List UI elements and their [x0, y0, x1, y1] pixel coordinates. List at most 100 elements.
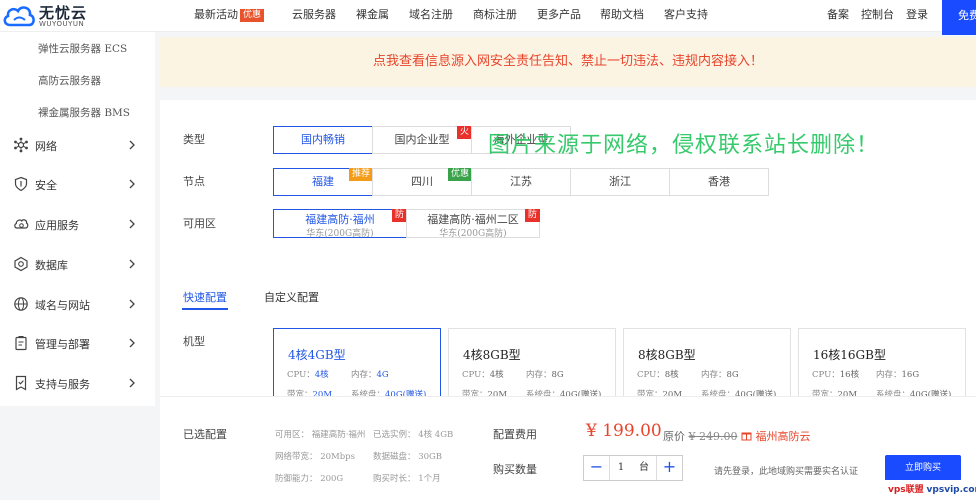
sidebar-label: 安全	[35, 179, 57, 192]
network-icon	[14, 137, 28, 153]
spec-cpu: CPU：16核	[812, 370, 860, 380]
model-card-8c8g[interactable]: 8核8GB型 CPU：8核 内存：8G 带宽：20M 系统盘：40G(赠送)	[623, 328, 791, 398]
buy-now-button[interactable]: 立即购买	[885, 455, 961, 481]
node-option-hongkong[interactable]: 香港	[669, 168, 769, 196]
zone-option-fuzhou-2[interactable]: 福建高防·福州二区 华东(200G高防) 防	[406, 209, 540, 239]
spec-cpu: CPU：4核	[287, 370, 329, 380]
tab-quick-config[interactable]: 快速配置	[183, 289, 227, 305]
app-service-icon	[14, 219, 29, 229]
option-label: 四川	[411, 175, 433, 188]
sidebar-item-database[interactable]: 数据库	[0, 250, 155, 280]
defense-badge: 防	[524, 209, 540, 222]
shield-icon	[14, 176, 28, 192]
original-price: 原价 ¥ 249.00 福州高防云	[663, 430, 811, 443]
summary-instance: 已选实例： 4核 4GB	[373, 430, 454, 440]
nav-latest-activity[interactable]: 最新活动 优惠	[194, 0, 265, 31]
chevron-right-icon	[129, 219, 135, 229]
sidebar-item-security[interactable]: 安全	[0, 170, 155, 200]
model-title: 16核16GB型	[813, 348, 886, 362]
discount-badge: 优惠	[447, 168, 472, 181]
sidebar-label: 数据库	[35, 259, 68, 272]
sidebar-item-network[interactable]: 网络	[0, 131, 155, 161]
sidebar: 弹性云服务器 ECS 高防云服务器 裸金属服务器 BMS 网络 安全 应用服务 …	[0, 32, 155, 406]
node-option-zhejiang[interactable]: 浙江	[570, 168, 670, 196]
chevron-right-icon	[129, 299, 135, 309]
qty-label: 购买数量	[493, 463, 537, 476]
sidebar-label: 网络	[35, 140, 57, 153]
summary-defense: 防御能力： 200G	[275, 474, 344, 484]
nav-cloud-server[interactable]: 云服务器	[292, 0, 336, 31]
recommend-badge: 推荐	[348, 168, 373, 181]
fee-label: 配置费用	[493, 428, 537, 441]
summary-disk: 数据磁盘： 30GB	[373, 452, 443, 462]
model-title: 4核4GB型	[288, 348, 346, 362]
current-price: ¥ 199.00	[586, 421, 662, 441]
sidebar-label: 应用服务	[35, 219, 79, 232]
tab-active-underline	[182, 308, 228, 310]
qty-plus-button[interactable]: +	[656, 456, 682, 480]
spec-cpu: CPU：4核	[462, 370, 504, 380]
globe-icon	[14, 297, 28, 311]
cloud-logo-icon	[3, 6, 35, 27]
node-label: 节点	[183, 175, 205, 188]
promo-badge: 优惠	[240, 9, 265, 22]
chevron-right-icon	[129, 140, 135, 150]
chevron-right-icon	[129, 378, 135, 388]
model-title: 8核8GB型	[638, 348, 696, 362]
option-label: 福建	[312, 175, 334, 188]
free-trial-button[interactable]: 免费	[942, 0, 976, 35]
spec-mem: 内存：4G	[351, 370, 389, 380]
clipboard-icon	[15, 335, 27, 351]
model-card-16c16g[interactable]: 16核16GB型 CPU：16核 内存：16G 带宽：20M 系统盘：40G(赠…	[798, 328, 966, 398]
tab-custom-config[interactable]: 自定义配置	[264, 289, 319, 305]
sidebar-item-domain-website[interactable]: 域名与网站	[0, 290, 155, 320]
watermark-text: 图片来源于网络，侵权联系站长删除！	[488, 133, 880, 158]
node-option-sichuan[interactable]: 四川 优惠	[372, 168, 472, 196]
node-option-jiangsu[interactable]: 江苏	[471, 168, 571, 196]
model-card-4c4g[interactable]: 4核4GB型 CPU：4核 内存：4G 带宽：20M 系统盘：40G(赠送)	[273, 328, 441, 398]
zone-desc: 华东(200G高防)	[439, 229, 507, 239]
qty-minus-button[interactable]: −	[584, 456, 610, 480]
sidebar-sub-bms[interactable]: 裸金属服务器 BMS	[38, 105, 130, 120]
nav-support[interactable]: 客户支持	[664, 0, 708, 31]
database-icon	[14, 256, 28, 272]
hot-badge: 火	[456, 126, 472, 139]
nav-bare-metal[interactable]: 裸金属	[356, 0, 389, 31]
nav-more-products[interactable]: 更多产品	[537, 0, 581, 31]
sidebar-item-app-services[interactable]: 应用服务	[0, 210, 155, 240]
logo[interactable]: 无忧云 WUYOUYUN	[2, 2, 97, 30]
sidebar-label: 域名与网站	[35, 299, 90, 312]
login-tip: 请先登录，此地域购买需要实名认证	[714, 467, 859, 477]
selected-config-title: 已选配置	[183, 428, 227, 441]
sidebar-item-management[interactable]: 管理与部署	[0, 329, 155, 359]
spec-mem: 内存：8G	[701, 370, 739, 380]
zone-label: 可用区	[183, 217, 216, 230]
model-card-4c8g[interactable]: 4核8GB型 CPU：4核 内存：8G 带宽：20M 系统盘：40G(赠送)	[448, 328, 616, 398]
sidebar-sub-ddos-server[interactable]: 高防云服务器	[38, 73, 101, 88]
nav-console[interactable]: 控制台	[861, 0, 894, 31]
security-notice-banner[interactable]: 点我查看信息源入网安全责任告知、禁止一切违法、违规内容接入！	[160, 37, 976, 87]
type-option-domestic-enterprise[interactable]: 国内企业型 火	[372, 126, 472, 154]
qty-input[interactable]: 1	[611, 456, 631, 480]
nav-domain[interactable]: 域名注册	[409, 0, 453, 31]
node-option-fujian[interactable]: 福建 推荐	[273, 168, 373, 196]
corner-watermark: vps联盟 vpsvip.com	[884, 480, 976, 500]
zone-option-fuzhou[interactable]: 福建高防·福州 华东(200G高防) 防	[273, 209, 407, 239]
model-label: 机型	[183, 335, 205, 348]
nav-icp-filing[interactable]: 备案	[827, 0, 849, 31]
nav-trademark[interactable]: 商标注册	[473, 0, 517, 31]
chevron-right-icon	[129, 338, 135, 348]
zone-desc: 华东(200G高防)	[306, 229, 374, 239]
sidebar-sub-ecs[interactable]: 弹性云服务器 ECS	[38, 41, 127, 56]
zone-name: 福建高防·福州	[305, 213, 375, 226]
nav-help-docs[interactable]: 帮助文档	[600, 0, 644, 31]
brand-sub: WUYOUYUN	[39, 20, 85, 28]
sidebar-item-support[interactable]: 支持与服务	[0, 369, 155, 399]
qty-unit: 台	[639, 462, 649, 473]
sidebar-label: 管理与部署	[35, 338, 90, 351]
spec-cpu: CPU：8核	[637, 370, 679, 380]
type-option-domestic-hot[interactable]: 国内畅销	[273, 126, 373, 154]
summary-duration: 购买时长： 1个月	[373, 474, 441, 484]
nav-login[interactable]: 登录	[906, 0, 928, 31]
summary-bandwidth: 网络带宽： 20Mbps	[275, 452, 355, 462]
